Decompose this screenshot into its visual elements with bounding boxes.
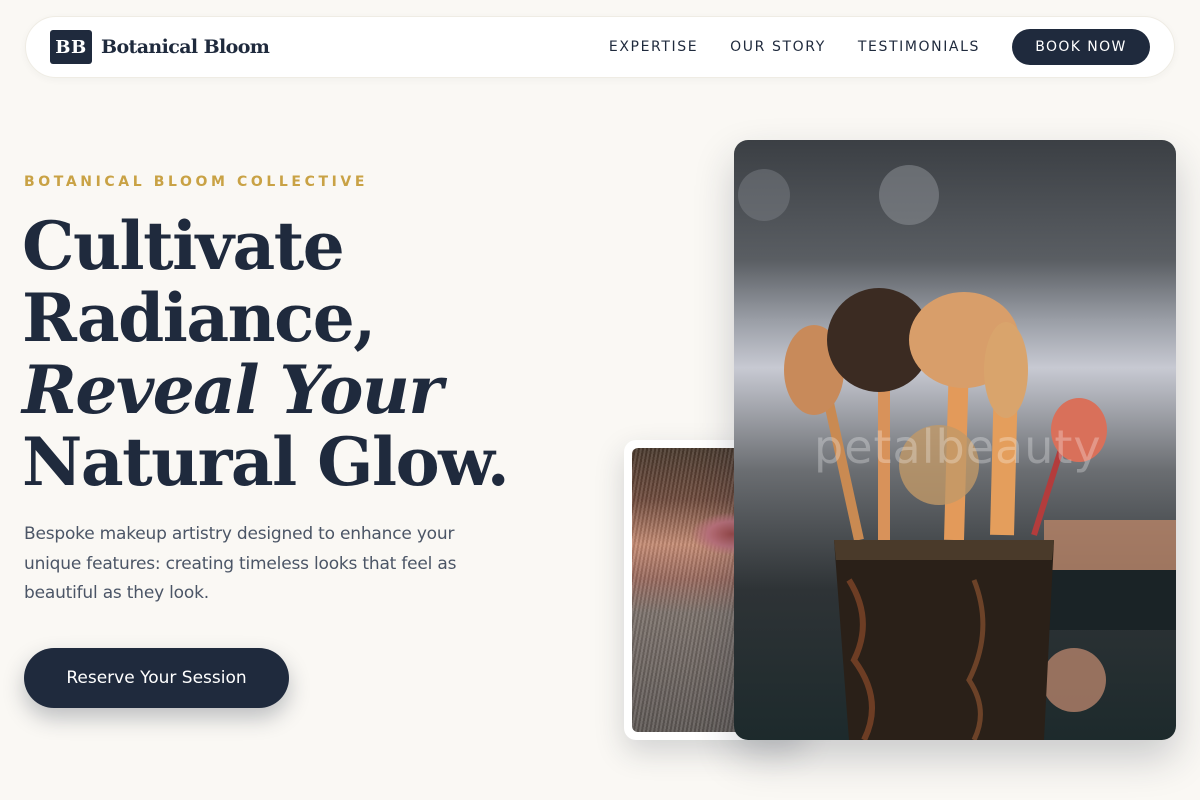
nav-link-our-story[interactable]: OUR STORY — [730, 39, 826, 55]
brand-name: Botanical Bloom — [101, 36, 270, 58]
hero-headline: Cultivate Radiance, Reveal Your Natural … — [22, 210, 582, 498]
brand-logo[interactable]: BB Botanical Bloom — [50, 30, 270, 64]
nav-link-testimonials[interactable]: TESTIMONIALS — [858, 39, 980, 55]
top-nav: BB Botanical Bloom EXPERTISE OUR STORY T… — [25, 16, 1175, 78]
brand-monogram: BB — [50, 30, 92, 64]
reserve-session-button[interactable]: Reserve Your Session — [24, 648, 289, 708]
hero-eyebrow: BOTANICAL BLOOM COLLECTIVE — [24, 174, 369, 190]
book-now-button[interactable]: BOOK NOW — [1012, 29, 1150, 65]
headline-line-2: Radiance, — [22, 279, 376, 357]
hero-description: Bespoke makeup artistry designed to enha… — [24, 524, 457, 603]
nav-links: EXPERTISE OUR STORY TESTIMONIALS BOOK NO… — [609, 29, 1150, 65]
headline-line-4: Natural Glow. — [22, 423, 510, 501]
nav-link-expertise[interactable]: EXPERTISE — [609, 39, 698, 55]
headline-line-3: Reveal Your — [22, 351, 443, 429]
photo-watermark: petalbeauty — [814, 420, 1102, 474]
headline-line-1: Cultivate — [22, 207, 345, 285]
makeup-brushes-photo: petalbeauty — [734, 140, 1176, 740]
